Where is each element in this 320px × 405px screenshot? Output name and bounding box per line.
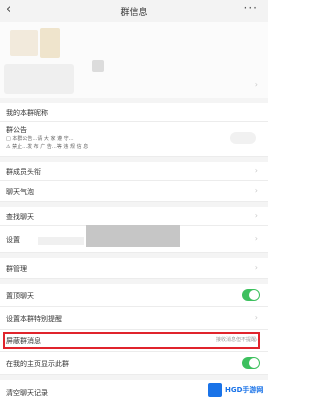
member-avatars-section[interactable]: › [0, 22, 268, 98]
more-icon[interactable]: ··· [244, 1, 258, 15]
row-find-chat[interactable]: 查找聊天 › [0, 207, 268, 226]
row-member-title[interactable]: 群成员头衔 › [0, 162, 268, 181]
member-avatar[interactable] [40, 28, 60, 58]
watermark-icon [208, 383, 222, 397]
member-avatar[interactable] [10, 30, 38, 56]
pin-chat-toggle[interactable] [242, 289, 260, 301]
row-label: 群管理 [6, 265, 27, 273]
chevron-right-icon: › [254, 234, 258, 243]
row-label: 我的本群昵称 [6, 109, 48, 117]
page-title: 群信息 [120, 8, 148, 18]
row-group-manage[interactable]: 群管理 › [0, 258, 268, 279]
row-special-alert[interactable]: 设置本群特别提醒 › [0, 307, 268, 330]
row-label: 群成员头衔 [6, 168, 41, 176]
row-label: 查找聊天 [6, 213, 34, 221]
row-label: 清空聊天记录 [6, 389, 48, 397]
chevron-right-icon: › [254, 186, 258, 195]
chevron-right-icon: › [254, 263, 258, 272]
row-label: 置顶聊天 [6, 292, 34, 300]
chevron-right-icon: › [254, 166, 258, 175]
toggle-knob [249, 358, 259, 368]
row-label: 在我的主页显示此群 [6, 360, 69, 368]
row-pin-chat[interactable]: 置顶聊天 [0, 284, 268, 307]
header-bar: ‹ 群信息 ··· [0, 0, 268, 22]
watermark-logo: HGD手游网 [206, 380, 266, 400]
row-chat-bubble[interactable]: 聊天气泡 › [0, 181, 268, 202]
row-label: 设置本群特别提醒 [6, 315, 62, 323]
chevron-right-icon: › [254, 80, 258, 89]
redacted-area [38, 237, 84, 245]
row-my-nickname[interactable]: 我的本群昵称 [0, 103, 268, 122]
member-avatar[interactable] [92, 60, 104, 72]
announcement-preview: □ 本群公告…请 大 家 遵 守… [6, 136, 74, 142]
redacted-area [86, 225, 180, 247]
show-in-mine-toggle[interactable] [242, 357, 260, 369]
row-show-in-mine[interactable]: 在我的主页显示此群 [0, 352, 268, 375]
row-announcement[interactable]: 群公告 □ 本群公告…请 大 家 遵 守… ⚠ 禁止…发 布 广 告…等 违 规… [0, 122, 268, 157]
chevron-right-icon: › [254, 211, 258, 220]
member-names-blurred [4, 64, 74, 94]
chevron-right-icon: › [254, 313, 258, 322]
toggle-knob [249, 290, 259, 300]
announcement-preview: ⚠ 禁止…发 布 广 告…等 违 规 信 息 [6, 144, 89, 150]
announcement-badge [230, 132, 256, 144]
row-label: 群公告 [6, 126, 27, 134]
row-label: 聊天气泡 [6, 188, 34, 196]
highlight-box [3, 332, 260, 349]
row-label: 设置 [6, 236, 20, 244]
watermark-text: HGD手游网 [225, 386, 264, 394]
